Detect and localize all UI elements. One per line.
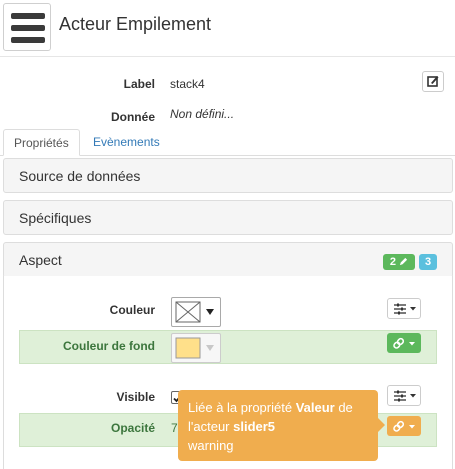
link-icon [393,337,415,349]
opacite-value[interactable]: 7 [171,421,178,435]
visible-options-button[interactable] [387,385,421,406]
tooltip-line-3: warning [188,438,234,453]
tooltip-arrow [378,418,385,432]
label-field-value[interactable]: stack4 [170,77,205,91]
couleur-fond-picker[interactable] [171,333,221,363]
binding-tooltip: Liée à la propriété Valeur de l'acteur s… [178,390,378,461]
couleur-fond-label: Couleur de fond [63,339,155,353]
hamburger-icon-bar [11,13,45,19]
tab-proprietes[interactable]: Propriétés [3,129,80,156]
couleur-fond-binding-button[interactable] [387,333,421,353]
tooltip-line-1: Liée à la propriété Valeur de [188,398,368,417]
edit-label-button[interactable] [422,71,444,92]
couleur-picker[interactable] [171,297,221,327]
tooltip-text: de [334,400,353,415]
property-count-badge: 3 [419,254,437,270]
tooltip-text: Liée à la propriété [188,400,296,415]
tooltip-line-2: l'acteur slider5 [188,417,368,436]
page-title: Acteur Empilement [59,14,212,34]
panel-source-title: Source de données [19,168,141,184]
color-swatch [175,337,214,359]
panel-specifiques-title: Spécifiques [19,210,92,226]
couleur-options-button[interactable] [387,298,421,319]
tooltip-actor-name: slider5 [233,419,276,434]
tooltip-text: l'acteur [188,419,234,434]
opacite-binding-button[interactable] [387,416,421,436]
link-icon [393,420,415,432]
donnee-field-label: Donnée [110,110,155,124]
panel-source-donnees[interactable]: Source de données [3,158,453,193]
tab-evenements[interactable]: Evènements [83,129,170,156]
hamburger-icon-bar [11,37,45,43]
opacite-label: Opacité [110,421,155,435]
couleur-label: Couleur [109,303,155,317]
bound-count: 2 [389,256,397,268]
visible-label: Visible [116,390,155,404]
no-color-icon [175,301,214,323]
pencil-icon [399,257,408,266]
label-field-label: Label [123,77,155,91]
panel-aspect-title: Aspect [19,252,62,268]
panel-specifiques[interactable]: Spécifiques [3,200,453,235]
sliders-icon [394,390,416,402]
menu-button[interactable] [3,3,51,51]
sliders-icon [394,303,416,315]
hamburger-icon-bar [11,25,45,31]
donnee-field-value[interactable]: Non défini... [170,107,234,121]
bound-count-badge: 2 [383,254,415,270]
header-divider [0,56,455,57]
edit-icon [427,76,439,87]
tooltip-property-name: Valeur [295,400,335,415]
